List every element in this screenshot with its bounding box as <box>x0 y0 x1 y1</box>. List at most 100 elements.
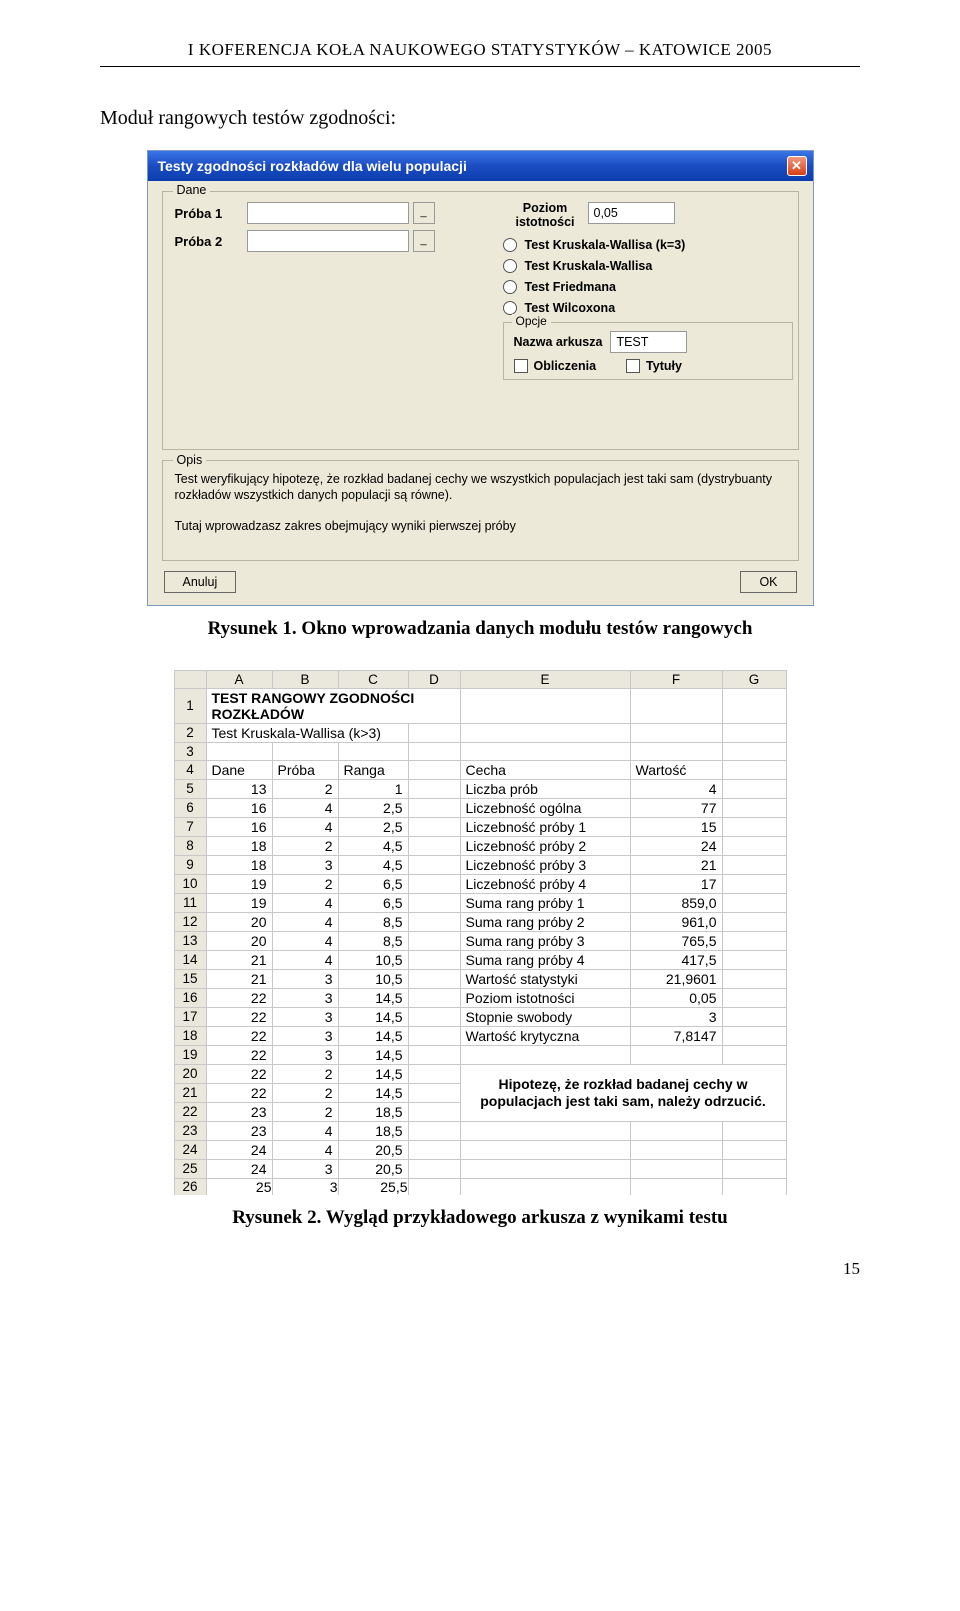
radio-friedman[interactable]: Test Friedmana <box>503 280 793 294</box>
cell[interactable]: 4 <box>272 1140 338 1159</box>
cell[interactable]: 2 <box>272 836 338 855</box>
cell[interactable]: 3 <box>272 1045 338 1064</box>
cell[interactable] <box>630 1178 722 1195</box>
row-header[interactable]: 7 <box>174 817 206 836</box>
cell[interactable]: TEST RANGOWY ZGODNOŚCI ROZKŁADÓW <box>206 688 460 723</box>
cell[interactable] <box>408 1026 460 1045</box>
cell[interactable]: 2 <box>272 1102 338 1121</box>
cell[interactable]: 21 <box>206 950 272 969</box>
cell[interactable]: 417,5 <box>630 950 722 969</box>
cell[interactable]: 19 <box>206 893 272 912</box>
cell[interactable] <box>408 1064 460 1083</box>
cell[interactable]: Suma rang próby 4 <box>460 950 630 969</box>
col-header-C[interactable]: C <box>338 670 408 688</box>
cell[interactable]: 14,5 <box>338 1064 408 1083</box>
cell[interactable]: 18,5 <box>338 1121 408 1140</box>
cell[interactable]: 765,5 <box>630 931 722 950</box>
cell[interactable] <box>408 1140 460 1159</box>
row-header[interactable]: 25 <box>174 1159 206 1178</box>
cell[interactable]: 859,0 <box>630 893 722 912</box>
cell[interactable] <box>206 742 272 760</box>
col-header-F[interactable]: F <box>630 670 722 688</box>
cell[interactable]: 25 <box>206 1178 272 1195</box>
cell[interactable]: 6,5 <box>338 893 408 912</box>
cell[interactable] <box>722 836 786 855</box>
col-header-B[interactable]: B <box>272 670 338 688</box>
cell[interactable] <box>460 1121 630 1140</box>
row-header[interactable]: 11 <box>174 893 206 912</box>
cell[interactable] <box>630 723 722 742</box>
cell[interactable]: 2 <box>272 874 338 893</box>
row-header[interactable]: 26 <box>174 1178 206 1195</box>
cell[interactable] <box>408 1007 460 1026</box>
cell[interactable] <box>460 723 630 742</box>
cell[interactable]: 4 <box>272 798 338 817</box>
cell[interactable]: 20 <box>206 912 272 931</box>
cell[interactable]: 4,5 <box>338 855 408 874</box>
cell[interactable] <box>408 798 460 817</box>
cell[interactable]: Wartość krytyczna <box>460 1026 630 1045</box>
cell[interactable] <box>338 742 408 760</box>
row-header[interactable]: 21 <box>174 1083 206 1102</box>
cell[interactable] <box>722 779 786 798</box>
row-header[interactable]: 5 <box>174 779 206 798</box>
cell[interactable] <box>722 1140 786 1159</box>
cell[interactable]: 22 <box>206 988 272 1007</box>
col-header-D[interactable]: D <box>408 670 460 688</box>
cell[interactable] <box>408 988 460 1007</box>
cell[interactable] <box>630 742 722 760</box>
cell[interactable] <box>722 912 786 931</box>
row-header[interactable]: 9 <box>174 855 206 874</box>
cell[interactable] <box>722 931 786 950</box>
cell[interactable]: 16 <box>206 798 272 817</box>
cell[interactable]: 4 <box>272 817 338 836</box>
cell[interactable]: Suma rang próby 3 <box>460 931 630 950</box>
cell[interactable]: 18 <box>206 855 272 874</box>
cell[interactable] <box>630 1159 722 1178</box>
row-header[interactable]: 20 <box>174 1064 206 1083</box>
checkbox-tytuly[interactable]: Tytuły <box>626 359 682 373</box>
cell[interactable]: 23 <box>206 1121 272 1140</box>
cell[interactable] <box>408 1121 460 1140</box>
row-header[interactable]: 24 <box>174 1140 206 1159</box>
cell[interactable]: 3 <box>272 1007 338 1026</box>
cell[interactable] <box>408 874 460 893</box>
row-header[interactable]: 22 <box>174 1102 206 1121</box>
cell[interactable]: 14,5 <box>338 988 408 1007</box>
cell[interactable] <box>408 1083 460 1102</box>
row-header[interactable]: 2 <box>174 723 206 742</box>
cell[interactable]: 6,5 <box>338 874 408 893</box>
cell[interactable]: Cecha <box>460 760 630 779</box>
cell[interactable]: Liczebność próby 2 <box>460 836 630 855</box>
radio-kruskal[interactable]: Test Kruskala-Wallisa <box>503 259 793 273</box>
poziom-input[interactable]: 0,05 <box>588 202 675 224</box>
cell[interactable] <box>460 1045 630 1064</box>
cell[interactable]: 3 <box>272 988 338 1007</box>
cell[interactable]: 2 <box>272 1064 338 1083</box>
cell[interactable]: 18,5 <box>338 1102 408 1121</box>
cell[interactable] <box>408 893 460 912</box>
row-header[interactable]: 8 <box>174 836 206 855</box>
cell[interactable]: 13 <box>206 779 272 798</box>
nazwa-arkusza-input[interactable]: TEST <box>610 331 687 353</box>
col-header-A[interactable]: A <box>206 670 272 688</box>
cell[interactable]: Ranga <box>338 760 408 779</box>
cell[interactable]: 24 <box>206 1140 272 1159</box>
cell[interactable] <box>722 1178 786 1195</box>
cell[interactable] <box>408 1102 460 1121</box>
cell[interactable]: 4 <box>272 931 338 950</box>
cell[interactable]: 24 <box>630 836 722 855</box>
cell[interactable] <box>722 688 786 723</box>
cell[interactable] <box>722 1159 786 1178</box>
cell[interactable]: 20,5 <box>338 1159 408 1178</box>
cell[interactable] <box>722 1026 786 1045</box>
cell[interactable]: 4 <box>630 779 722 798</box>
row-header[interactable]: 10 <box>174 874 206 893</box>
cell[interactable] <box>722 969 786 988</box>
anuluj-button[interactable]: Anuluj <box>164 571 237 593</box>
cell[interactable]: 4 <box>272 950 338 969</box>
row-header[interactable]: 6 <box>174 798 206 817</box>
cell[interactable]: 961,0 <box>630 912 722 931</box>
row-header[interactable]: 18 <box>174 1026 206 1045</box>
cell[interactable]: Wartość <box>630 760 722 779</box>
